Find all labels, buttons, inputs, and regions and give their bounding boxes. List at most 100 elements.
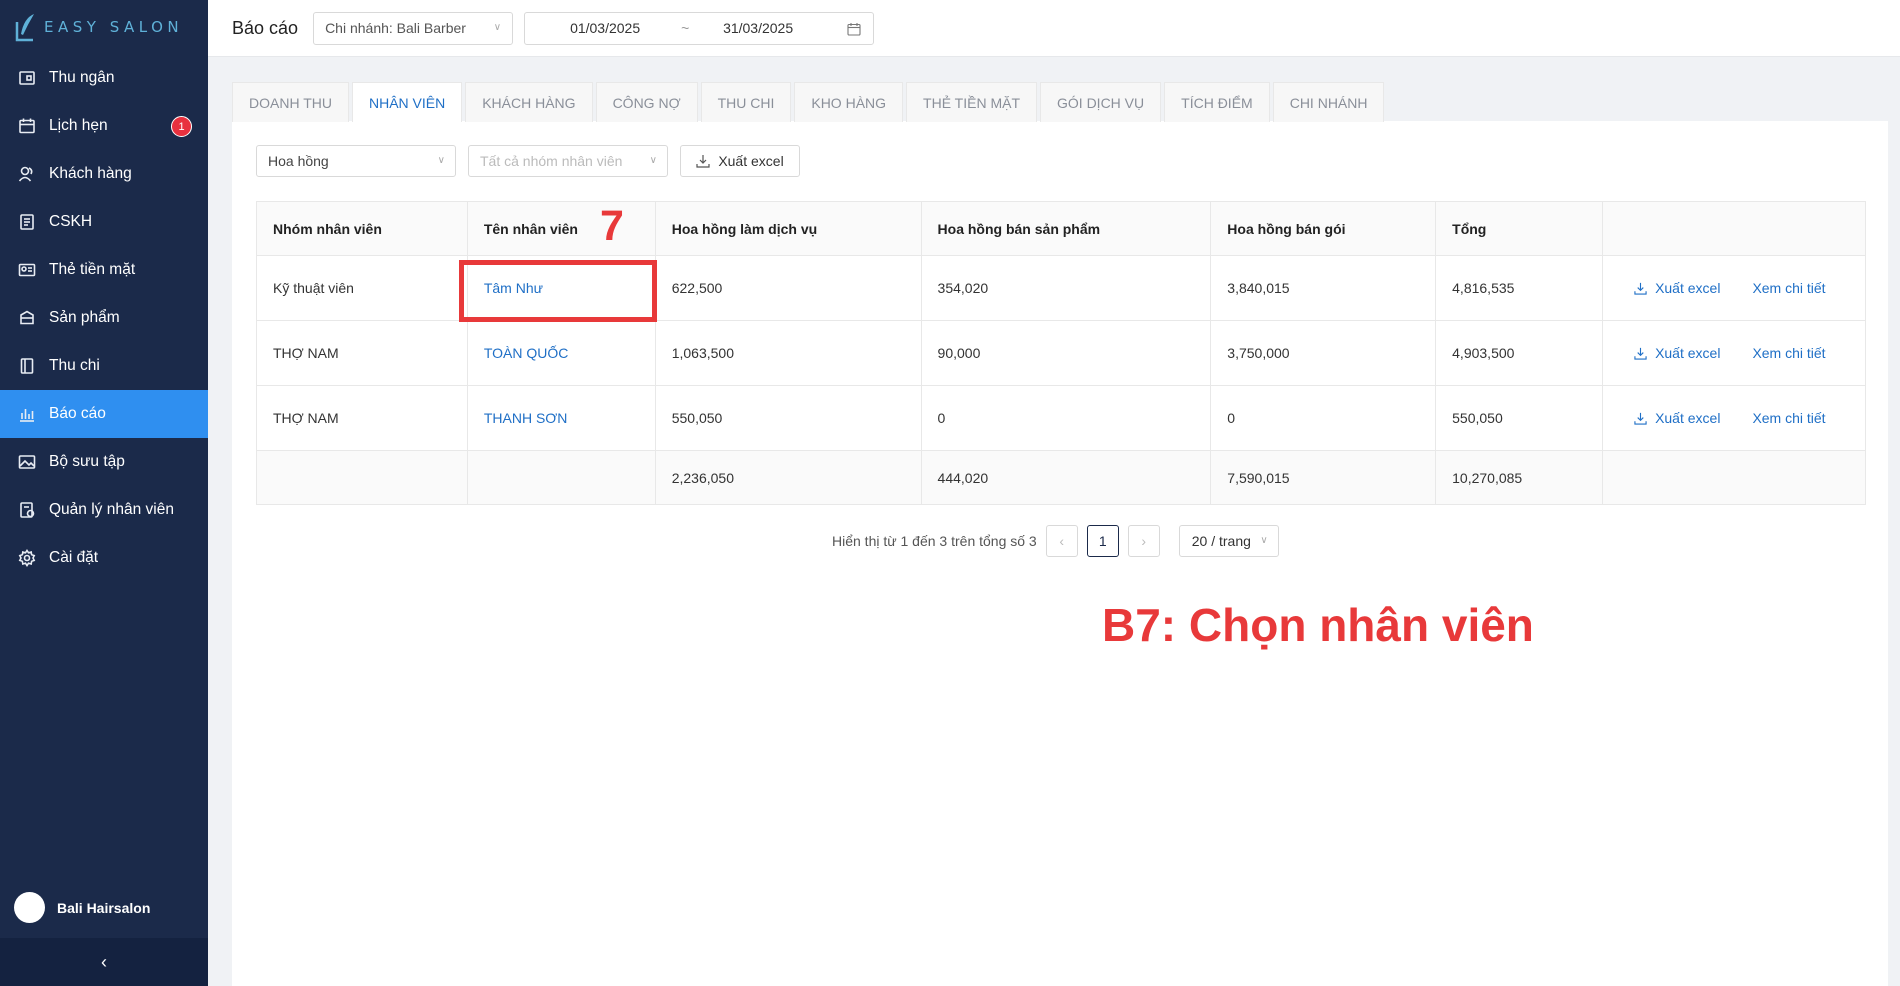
cash-card-icon [18,261,36,279]
product-icon [18,309,36,327]
tab-9[interactable]: TÍCH ĐIỂM [1164,82,1270,122]
tab-10[interactable]: CHI NHÁNH [1272,82,1385,122]
sidebar-item-2[interactable]: Lịch hẹn 1 [0,102,208,150]
cell-staff-group: Kỹ thuật viên [256,255,468,321]
sidebar-item-6[interactable]: Sản phẩm [0,294,208,342]
total-product-commission: 444,020 [920,450,1212,505]
sidebar-item-label: Bộ sưu tập [49,453,125,470]
col-staff-name: Tên nhân viên [466,201,656,256]
tab-2[interactable]: NHÂN VIÊN [351,82,463,122]
pagination: Hiển thị từ 1 đến 3 trên tổng số 3 ‹ 1 ›… [832,525,1279,557]
row-export-label: Xuất excel [1655,280,1721,296]
report-tabs: DOANH THU NHÂN VIÊN KHÁCH HÀNG CÔNG NỢ THU C… [232,82,1387,122]
row-export-excel-link[interactable]: Xuất excel [1634,410,1720,426]
sidebar-item-label: Khách hàng [49,165,132,182]
download-icon [1634,347,1647,360]
logo[interactable]: EASY SALON [0,0,208,54]
report-toolbar: Hoa hồng ∨ Tất cả nhóm nhân viên ∨ Xuất … [256,145,800,177]
chevron-down-icon: ∨ [493,21,502,33]
sidebar-item-3[interactable]: Khách hàng [0,150,208,198]
col-total: Tổng [1435,201,1604,256]
cell-product-commission: 90,000 [920,320,1212,386]
tab-1[interactable]: DOANH THU [232,82,349,122]
date-to[interactable]: 31/03/2025 [723,20,793,36]
cell-actions: Xuất excel Xem chi tiết [1602,320,1866,386]
download-icon [696,155,710,168]
export-excel-label: Xuất excel [718,153,784,169]
staff-group-placeholder: Tất cả nhóm nhân viên [480,153,623,169]
tab-3[interactable]: KHÁCH HÀNG [465,82,593,122]
sidebar-item-10[interactable]: Quản lý nhân viên [0,486,208,534]
col-actions [1602,201,1866,256]
staff-name-link[interactable]: THANH SƠN [484,410,568,426]
step-number: 7 [600,202,624,250]
sidebar-item-5[interactable]: Thẻ tiền mặt [0,246,208,294]
cell-total: 4,816,535 [1435,255,1604,321]
customer-care-icon [18,213,36,231]
next-page-button[interactable]: › [1127,525,1160,557]
chevron-down-icon: ∨ [1260,535,1268,546]
tab-8[interactable]: GÓI DỊCH VỤ [1040,82,1162,122]
col-service-commission: Hoa hồng làm dịch vụ [654,201,922,256]
grand-total: 10,270,085 [1435,450,1604,505]
tab-5[interactable]: THU CHI [700,82,792,122]
view-detail-link[interactable]: Xem chi tiết [1752,345,1825,361]
download-icon [1634,282,1647,295]
sidebar-item-1[interactable]: Thu ngân [0,54,208,102]
calendar-icon [847,22,861,36]
row-export-excel-link[interactable]: Xuất excel [1634,345,1720,361]
sidebar-item-11[interactable]: Cài đặt [0,534,208,582]
user-profile[interactable]: Bali Hairsalon [14,892,150,923]
tab-6[interactable]: KHO HÀNG [794,82,904,122]
branch-select[interactable]: Chi nhánh: Bali Barber ∨ [313,11,514,45]
view-detail-link[interactable]: Xem chi tiết [1752,280,1825,296]
cell-staff-name: THANH SƠN [466,385,656,451]
cell-actions: Xuất excel Xem chi tiết [1602,385,1866,451]
page-size-select[interactable]: 20 / trang ∨ [1178,525,1279,557]
collapse-sidebar-button[interactable]: ‹ [0,938,208,986]
total-package-commission: 7,590,015 [1210,450,1437,505]
tab-7[interactable]: THẺ TIỀN MẶT [906,82,1038,122]
totals-row: 2,236,050 444,020 7,590,015 10,270,085 [256,450,1866,505]
staff-group-select[interactable]: Tất cả nhóm nhân viên ∨ [468,145,668,177]
cell-service-commission: 622,500 [654,255,922,321]
view-detail-link[interactable]: Xem chi tiết [1752,410,1825,426]
cell-service-commission: 550,050 [654,385,922,451]
date-range-picker[interactable]: 01/03/2025 ~ 31/03/2025 [524,11,875,45]
sidebar-item-4[interactable]: CSKH [0,198,208,246]
date-from[interactable]: 01/03/2025 [570,20,640,36]
sidebar-item-label: Báo cáo [49,405,106,422]
calendar-icon [18,117,36,135]
page-1-button[interactable]: 1 [1086,525,1119,557]
cashier-icon [18,69,36,87]
sidebar-item-label: Cài đặt [49,549,99,566]
sidebar: EASY SALON Thu ngân Lịch hẹn 1 Khách hàng CS… [0,0,208,986]
gear-icon [18,549,36,567]
sidebar-item-9[interactable]: Bộ sưu tập [0,438,208,486]
customers-icon [18,165,36,183]
cell-actions: Xuất excel Xem chi tiết [1602,255,1866,321]
row-export-label: Xuất excel [1655,410,1721,426]
sidebar-item-7[interactable]: Thu chi [0,342,208,390]
download-icon [1634,412,1647,425]
commission-table: Nhóm nhân viên Tên nhân viên Hoa hồng là… [256,201,1866,505]
col-product-commission: Hoa hồng bán sản phẩm [920,201,1212,256]
prev-page-button[interactable]: ‹ [1045,525,1078,557]
chevron-down-icon: ∨ [437,155,445,166]
sidebar-menu: Thu ngân Lịch hẹn 1 Khách hàng CSKH Thẻ tiền … [0,54,208,582]
export-excel-button[interactable]: Xuất excel [680,145,800,177]
staff-name-link[interactable]: TOÀN QUỐC [484,345,569,361]
report-type-select[interactable]: Hoa hồng ∨ [256,145,456,177]
cell-staff-name: TOÀN QUỐC [466,320,656,386]
cell-staff-group: THỢ NAM [256,385,468,451]
sidebar-item-label: Sản phẩm [49,309,120,326]
cell-package-commission: 0 [1210,385,1437,451]
tab-4[interactable]: CÔNG NỢ [595,82,698,122]
step-caption: B7: Chọn nhân viên [1102,599,1534,651]
sidebar-item-8[interactable]: Báo cáo [0,390,208,438]
book-icon [18,357,36,375]
cell-total: 4,903,500 [1435,320,1604,386]
total-service-commission: 2,236,050 [654,450,922,505]
row-export-excel-link[interactable]: Xuất excel [1634,280,1720,296]
sidebar-item-label: Quản lý nhân viên [49,501,174,518]
